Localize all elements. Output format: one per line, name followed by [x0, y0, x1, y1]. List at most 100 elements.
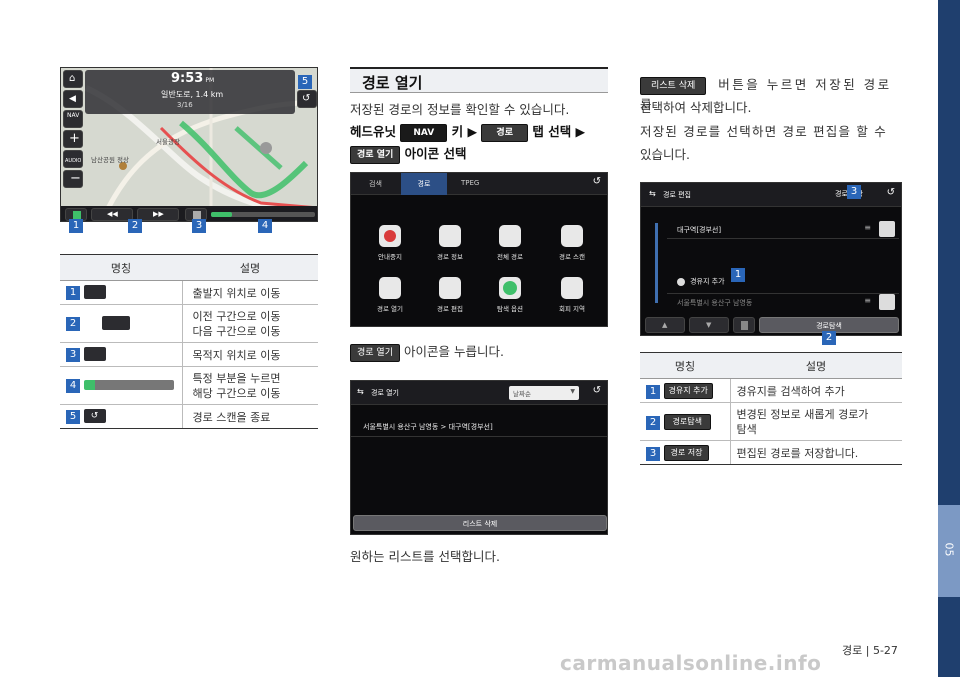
map-screenshot: 9:53 PM 일반도로, 1.4 km 3/16 서울광장 남산공원 정상 ⌂ …	[60, 67, 318, 222]
mute-button[interactable]: ◀	[63, 90, 83, 108]
map-icon[interactable]	[879, 294, 895, 310]
map-label-park: 남산공원 정상	[91, 156, 129, 164]
home-button[interactable]: ⌂	[63, 70, 83, 88]
row-number: 3	[66, 348, 80, 362]
route-info-icon[interactable]	[439, 225, 461, 247]
back-button[interactable]: ↺	[297, 90, 317, 108]
add-waypoint-button[interactable]: 경유지 추가	[677, 271, 725, 290]
nav-label: NAV	[67, 112, 80, 119]
back-icon: ↺	[302, 93, 311, 104]
chapter-number: 05	[942, 542, 956, 557]
stop-guidance-icon[interactable]	[379, 225, 401, 247]
row-desc: 출발지 위치로 이동	[182, 280, 318, 305]
avoid-area-icon[interactable]	[561, 277, 583, 299]
start-flag-thumb	[83, 285, 106, 299]
zoom-in-button[interactable]: +	[63, 130, 83, 148]
move-down-button[interactable]: ▼	[689, 317, 729, 333]
row-desc: 경유지를 검색하여 추가	[730, 378, 902, 403]
table-row: 1 경유지 추가	[640, 378, 731, 403]
back-icon[interactable]: ↺	[887, 187, 895, 198]
delete-button[interactable]	[733, 317, 755, 333]
tab-tpeg[interactable]: TPEG	[461, 179, 479, 187]
table-row: 4	[60, 366, 183, 405]
arrow-down-icon: ▼	[706, 321, 712, 329]
delete-desc-2: 선택하여 삭제합니다.	[640, 100, 752, 115]
full-route-icon[interactable]	[499, 225, 521, 247]
open-route-header: ⇆ 경로 열기 날짜순 ▼ ↺	[351, 381, 607, 405]
marker-3: 3	[192, 219, 206, 233]
watermark: carmanualsonline.info	[560, 651, 822, 675]
route-icon: ⇆	[649, 189, 656, 198]
intro-text: 저장된 경로의 정보를 확인할 수 있습니다.	[350, 102, 570, 117]
route-progress-bar[interactable]	[211, 212, 315, 217]
nav-button[interactable]: NAV	[63, 110, 83, 128]
marker-4: 4	[258, 219, 272, 233]
step-line: 헤드유닛 NAV 키 ▶ 경로 탭 선택 ▶	[350, 122, 585, 142]
back-icon[interactable]: ↺	[593, 176, 601, 187]
table-row: 2	[60, 304, 183, 343]
sort-dropdown[interactable]: 날짜순 ▼	[509, 386, 579, 400]
tab-search[interactable]: 검색	[369, 179, 382, 189]
handle-icon[interactable]: ≡	[864, 296, 871, 305]
road-info: 일반도로, 1.4 km	[161, 90, 224, 99]
list-item[interactable]: 서울특별시 용산구 남영동 > 대구역[경부선]	[351, 417, 607, 437]
next-section-button[interactable]: ▶▶	[137, 208, 179, 221]
plus-icon: +	[69, 131, 80, 146]
col-desc: 설명	[182, 254, 318, 281]
delete-list-button[interactable]: 리스트 삭제	[353, 515, 607, 531]
zoom-out-button[interactable]: −	[63, 170, 83, 188]
back-icon[interactable]: ↺	[593, 385, 601, 396]
marker-2: 2	[822, 331, 836, 345]
route-line	[655, 223, 658, 303]
handle-icon[interactable]: ≡	[864, 223, 871, 232]
tab-route[interactable]: 경로	[401, 173, 447, 195]
open-route-screenshot: ⇆ 경로 열기 날짜순 ▼ ↺ 서울특별시 용산구 남영동 > 대구역[경부선]…	[350, 380, 608, 535]
map-icon[interactable]	[879, 221, 895, 237]
route-tab-chip: 경로	[481, 123, 528, 142]
audio-label: AUDIO	[65, 158, 82, 164]
menu-label-edit: 경로 편집	[437, 305, 463, 313]
chevron-down-icon: ▼	[570, 388, 575, 395]
speaker-icon: ◀	[69, 94, 76, 104]
table-row: 5 ↺	[60, 404, 183, 429]
move-up-button[interactable]: ▲	[645, 317, 685, 333]
step-line-2: 경로 열기 아이콘 선택	[350, 144, 466, 164]
open-route-chip: 경로 열기	[350, 145, 401, 164]
nav-key-chip: NAV	[400, 123, 448, 142]
buttons-table: 명칭 설명 1 출발지 위치로 이동 2 이전 구간으로 이동 다음 구간으로 이…	[60, 254, 318, 429]
audio-button[interactable]: AUDIO	[63, 150, 83, 168]
select-text: 원하는 리스트를 선택합니다.	[350, 549, 500, 564]
open-route-icon[interactable]	[379, 277, 401, 299]
chapter-tab: 05	[938, 505, 960, 597]
delete-list-chip: 리스트 삭제	[640, 76, 707, 95]
search-options-icon[interactable]	[499, 277, 521, 299]
plus-circle-icon	[677, 277, 685, 286]
page-number: 경로 | 5-27	[842, 644, 898, 657]
fast-forward-icon: ▶▶	[153, 210, 164, 218]
list-item[interactable]: 대구역[경부선] ≡	[667, 221, 899, 239]
table-row: 3	[60, 342, 183, 367]
edit-route-title: 경로 편집	[663, 191, 691, 199]
route-scan-icon[interactable]	[561, 225, 583, 247]
section-title: 경로 열기	[362, 74, 423, 92]
page-indicator: 3/16	[177, 101, 193, 109]
row-desc: 특정 부분을 누르면 해당 구간으로 이동	[182, 366, 318, 405]
row-number: 1	[66, 286, 80, 300]
row-number: 1	[646, 384, 660, 399]
menu-label-scan: 경로 스캔	[559, 253, 585, 261]
menu-label-open: 경로 열기	[377, 305, 403, 313]
menu-label-avoid: 회피 지역	[559, 305, 585, 313]
edit-route-icon[interactable]	[439, 277, 461, 299]
list-item[interactable]: 서울특별시 용산구 남영동 ≡	[667, 293, 899, 311]
prev-section-button[interactable]: ◀◀	[91, 208, 133, 221]
menu-label-info: 경로 정보	[437, 253, 463, 261]
col-name: 명칭	[640, 352, 730, 379]
open-route-chip: 경로 열기	[350, 343, 400, 362]
menu-label-options: 탐색 옵션	[497, 305, 523, 313]
flag-start-icon	[73, 211, 81, 219]
row-number: 4	[66, 379, 80, 393]
section-buttons-thumb	[101, 316, 130, 330]
menu-tabbar: 검색 경로 TPEG ↺	[351, 173, 607, 195]
clock: 9:53 PM	[171, 71, 215, 86]
col-name: 명칭	[60, 254, 182, 281]
